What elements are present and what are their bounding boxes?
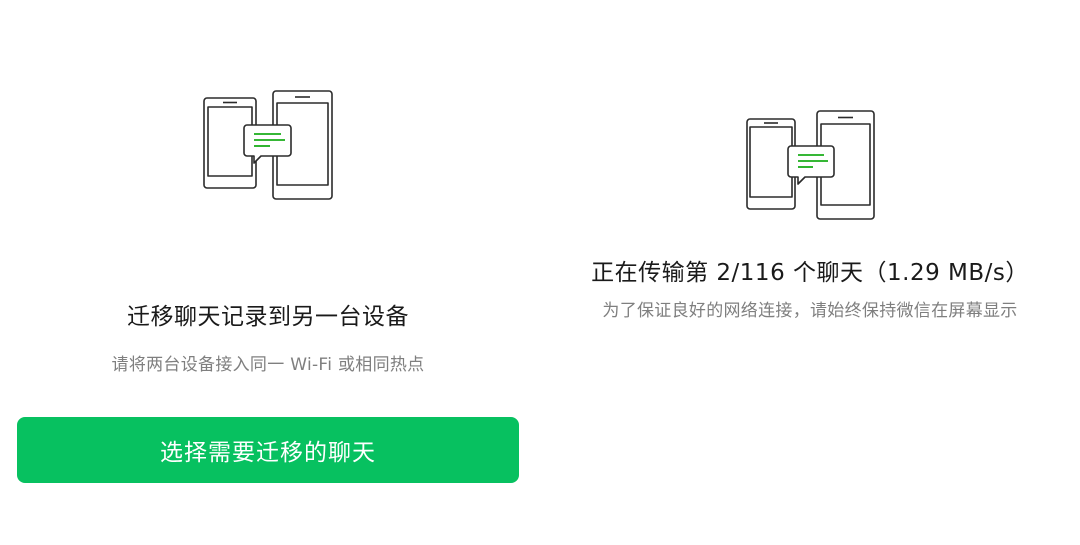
select-chats-button[interactable]: 选择需要迁移的聊天 (17, 417, 519, 483)
transfer-panel: 正在传输第 2/116 个聊天（1.29 MB/s） 为了保证良好的网络连接，请… (540, 0, 1080, 545)
migrate-subtitle: 请将两台设备接入同一 Wi-Fi 或相同热点 (111, 355, 425, 375)
migrate-panel: 迁移聊天记录到另一台设备 请将两台设备接入同一 Wi-Fi 或相同热点 选择需要… (0, 0, 540, 545)
phone-transfer-icon (200, 88, 336, 204)
transfer-status: 正在传输第 2/116 个聊天（1.29 MB/s） (591, 260, 1029, 286)
transfer-hint: 为了保证良好的网络连接，请始终保持微信在屏幕显示 (602, 301, 1018, 321)
migrate-title: 迁移聊天记录到另一台设备 (127, 304, 409, 330)
phone-transfer-icon (743, 108, 879, 224)
